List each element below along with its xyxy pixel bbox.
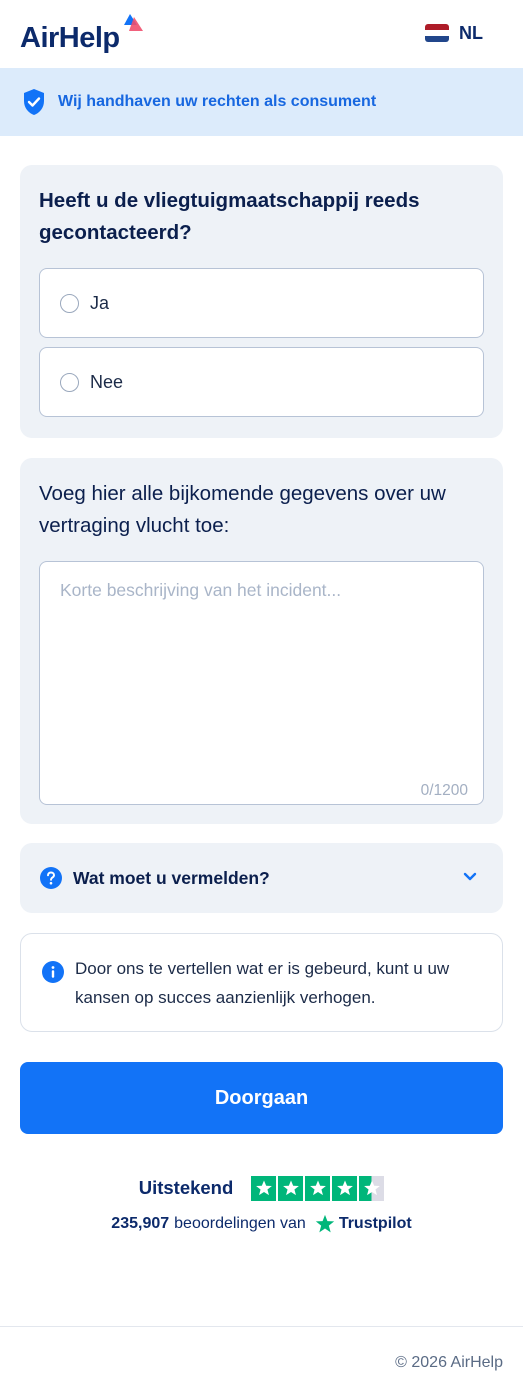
option-label: Nee [90, 371, 124, 392]
question-title: Voeg hier alle bijkomende gegevens over … [39, 482, 446, 537]
info-circle-icon [42, 961, 64, 983]
logo-text: AirHelp [20, 22, 120, 54]
banner-text: Wij handhaven uw rechten als consument [58, 93, 377, 110]
trustpilot-stars [251, 1175, 385, 1201]
what-to-mention-accordion[interactable]: Wat moet u vermelden? [20, 843, 503, 913]
option-nee[interactable]: Nee [39, 347, 484, 417]
language-selector[interactable]: NL [425, 22, 483, 44]
trustpilot-rating[interactable]: Uitstekend [0, 1174, 523, 1202]
info-notice: Door ons te vertellen wat er is gebeurd,… [20, 933, 503, 1032]
reviews-text: beoordelingen van [174, 1215, 306, 1232]
netherlands-flag-icon [425, 24, 449, 42]
option-label: Ja [90, 292, 110, 313]
trustpilot-star-icon [251, 1175, 277, 1201]
incident-description-textarea[interactable] [40, 562, 483, 804]
radio-button[interactable] [60, 293, 79, 313]
logo-mark-icon [124, 14, 143, 31]
trustpilot-star-icon [305, 1175, 331, 1201]
copyright-text: © 2026 AirHelp [395, 1354, 503, 1371]
trustpilot-reviews[interactable]: 235,907 beoordelingen van Trustpilot [0, 1212, 523, 1236]
info-text: Door ons te vertellen wat er is gebeurd,… [75, 959, 450, 1007]
trustpilot-brand-text: Trustpilot [338, 1215, 412, 1232]
accordion-label: Wat moet u vermelden? [73, 867, 270, 888]
shield-check-icon [24, 89, 44, 115]
question-circle-icon [40, 867, 62, 889]
character-counter: 0/1200 [420, 782, 468, 799]
airline-contact-question-card: Heeft u de vliegtuigmaatschappij reeds g… [20, 165, 503, 438]
option-ja[interactable]: Ja [39, 268, 484, 338]
trustpilot-star-icon [315, 1214, 334, 1233]
consumer-rights-banner: Wij handhaven uw rechten als consument [0, 68, 523, 136]
question-title: Heeft u de vliegtuigmaatschappij reeds g… [39, 189, 420, 244]
trustpilot-logo: Trustpilot [315, 1214, 412, 1234]
chevron-down-icon[interactable] [463, 872, 477, 882]
incident-description-field[interactable]: 0/1200 [39, 561, 484, 805]
rating-label: Uitstekend [138, 1177, 234, 1198]
trustpilot-star-icon [278, 1175, 304, 1201]
trustpilot-star-half-icon [359, 1175, 385, 1201]
trustpilot-star-icon [332, 1175, 358, 1201]
language-label: NL [459, 22, 483, 43]
details-question-card: Voeg hier alle bijkomende gegevens over … [20, 458, 503, 824]
continue-button[interactable]: Doorgaan [20, 1062, 503, 1134]
review-count: 235,907 [111, 1215, 170, 1232]
header: AirHelp NL [0, 0, 523, 68]
footer-divider [0, 1326, 523, 1327]
radio-button[interactable] [60, 372, 79, 392]
